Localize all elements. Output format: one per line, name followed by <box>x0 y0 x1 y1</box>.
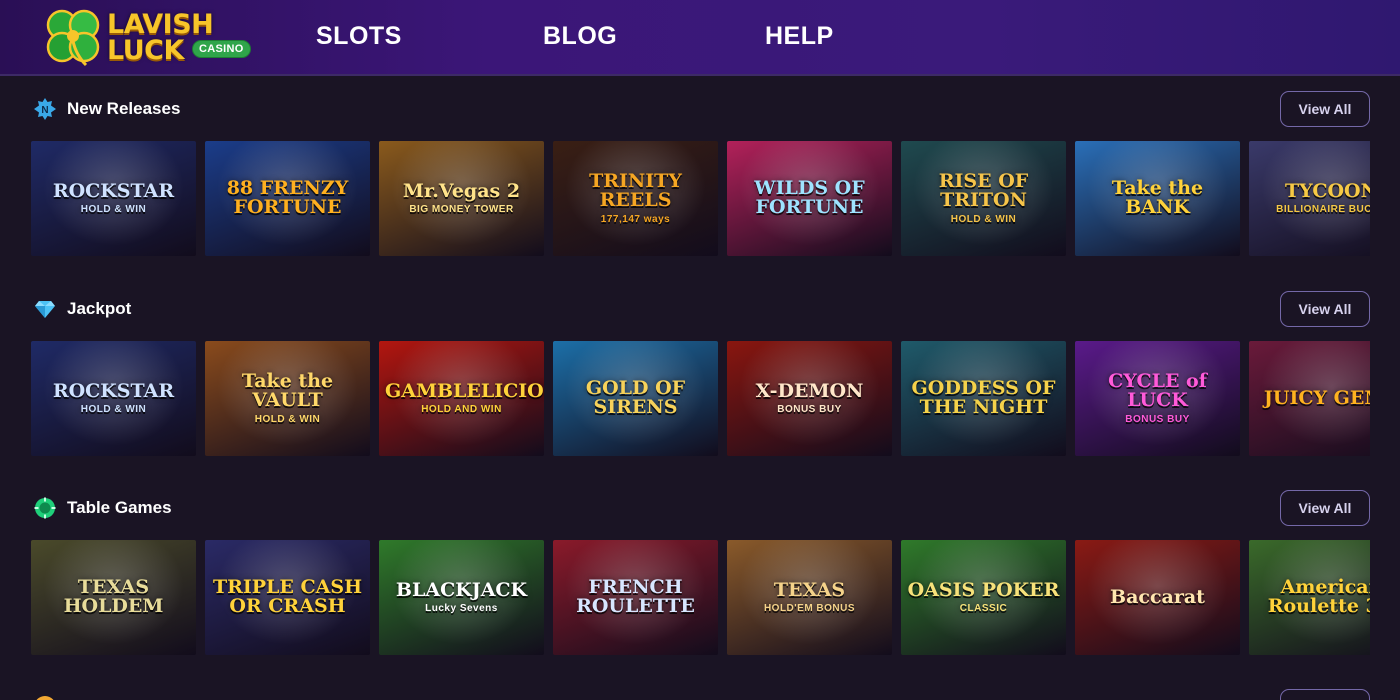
game-tile[interactable]: Mr.Vegas 2 BIG MONEY TOWER <box>379 141 544 256</box>
game-tile[interactable]: Take the BANK <box>1075 141 1240 256</box>
game-title: 88 FRENZY FORTUNE <box>226 176 349 219</box>
game-subtitle: BILLIONAIRE BUCKS <box>1276 204 1370 216</box>
section-title: Table Games <box>67 498 172 517</box>
diamond-icon <box>35 301 55 318</box>
game-title: TEXAS HOLD'EM BONUS <box>727 579 892 615</box>
game-title: GAMBLELICIOUSHOLD AND WIN <box>385 379 544 416</box>
clover-logo-icon <box>46 9 100 67</box>
view-all-button[interactable] <box>1280 689 1370 700</box>
game-subtitle: HOLD & WIN <box>80 204 147 216</box>
game-tile[interactable]: Baccarat <box>1075 540 1240 655</box>
game-tile[interactable]: CYCLE of LUCK BONUS BUY <box>1075 341 1240 456</box>
game-title: WILDS OF FORTUNE <box>754 176 865 219</box>
game-title: BLACKJACK Lucky Sevens <box>379 579 544 615</box>
game-tile[interactable]: TEXAS HOLD'EM BONUS <box>727 540 892 655</box>
game-title: X-DEMON BONUS BUY <box>727 380 892 416</box>
game-title: GODDESS OF THE NIGHT <box>911 376 1056 419</box>
game-title: RISE OF TRITON HOLD & WIN <box>901 170 1066 226</box>
game-tile[interactable]: BLACKJACK Lucky Sevens <box>379 540 544 655</box>
game-tile[interactable]: RISE OF TRITON HOLD & WIN <box>901 141 1066 256</box>
game-tile[interactable]: ROCKSTAR HOLD & WIN <box>31 141 196 256</box>
game-subtitle: BIG MONEY TOWER <box>409 204 514 216</box>
section-icon <box>34 696 56 700</box>
game-tile[interactable]: OASIS POKER CLASSIC <box>901 540 1066 655</box>
view-all-button[interactable]: View All <box>1280 291 1370 327</box>
game-tile[interactable]: 88 FRENZY FORTUNE <box>205 141 370 256</box>
logo-text-luck: LUCK <box>107 35 184 66</box>
nav-blog-link[interactable]: BLOG <box>543 22 617 51</box>
game-title: OASIS POKER CLASSIC <box>907 578 1060 615</box>
game-subtitle: HOLD'EM BONUS <box>763 603 856 615</box>
game-row: TEXAS HOLDEM TRIPLE CASH OR CRASH BLACKJAC… <box>31 540 1370 655</box>
game-subtitle: HOLD & WIN <box>80 404 147 416</box>
game-title: TYCOONBILLIONAIRE BUCKS <box>1249 180 1370 216</box>
game-tile[interactable]: TYCOONBILLIONAIRE BUCKS <box>1249 141 1370 256</box>
nav-slots-link[interactable]: SLOTS <box>316 22 402 51</box>
game-title: ROCKSTAR HOLD & WIN <box>31 180 196 216</box>
game-title: American Roulette 3D <box>1267 575 1370 618</box>
game-tile[interactable]: GODDESS OF THE NIGHT <box>901 341 1066 456</box>
svg-text:N: N <box>41 105 48 116</box>
game-tile[interactable]: ROCKSTAR HOLD & WIN <box>31 341 196 456</box>
view-all-button[interactable]: View All <box>1280 490 1370 526</box>
game-subtitle: 177,147 ways <box>600 214 671 226</box>
top-navigation-bar: LAVISH LUCK CASINO SLOTS BLOG HELP <box>0 0 1400 76</box>
game-subtitle: BONUS BUY <box>1125 414 1190 426</box>
game-title: TRIPLE CASH OR CRASH <box>212 575 363 618</box>
game-subtitle: HOLD & WIN <box>950 214 1017 226</box>
game-tile[interactable]: TRINITY REELS 177,147 ways <box>553 141 718 256</box>
game-row: ROCKSTAR HOLD & WIN 88 FRENZY FORTUNE Mr.Ve… <box>31 141 1370 256</box>
game-title: TEXAS HOLDEM <box>63 575 164 618</box>
game-tile[interactable]: Take the VAULT HOLD & WIN <box>205 341 370 456</box>
game-title: Mr.Vegas 2 BIG MONEY TOWER <box>379 180 544 216</box>
view-all-button[interactable]: View All <box>1280 91 1370 127</box>
nav-help-link[interactable]: HELP <box>765 22 834 51</box>
game-subtitle: CLASSIC <box>959 603 1008 615</box>
game-title: TRINITY REELS 177,147 ways <box>553 170 718 226</box>
game-tile[interactable]: GOLD OF SIRENS <box>553 341 718 456</box>
chip-icon <box>34 497 56 519</box>
game-title: JUICY GEMS <box>1263 386 1370 409</box>
game-title: FRENCH ROULETTE <box>576 575 695 618</box>
game-title: Take the VAULT HOLD & WIN <box>205 370 370 426</box>
game-subtitle: HOLD AND WIN <box>421 404 502 416</box>
game-title: Take the BANK <box>1111 176 1204 219</box>
game-tile[interactable]: WILDS OF FORTUNE <box>727 141 892 256</box>
game-subtitle: Lucky Sevens <box>425 603 498 615</box>
game-tile[interactable]: JUICY GEMS <box>1249 341 1370 456</box>
logo-casino-badge: CASINO <box>192 40 251 58</box>
game-title: ROCKSTAR HOLD & WIN <box>31 380 196 416</box>
new-badge-icon: N <box>34 98 56 120</box>
game-tile[interactable]: TEXAS HOLDEM <box>31 540 196 655</box>
game-tile[interactable]: TRIPLE CASH OR CRASH <box>205 540 370 655</box>
casino-logo[interactable]: LAVISH LUCK CASINO <box>40 5 255 69</box>
game-tile[interactable]: GAMBLELICIOUSHOLD AND WIN <box>379 341 544 456</box>
logo-text-lavish: LAVISH <box>107 9 214 40</box>
section-title: New Releases <box>67 99 181 118</box>
game-title: Baccarat <box>1110 585 1205 608</box>
game-subtitle: HOLD & WIN <box>254 414 321 426</box>
game-subtitle: BONUS BUY <box>777 404 842 416</box>
game-title: GOLD OF SIRENS <box>585 376 686 419</box>
game-tile[interactable]: FRENCH ROULETTE <box>553 540 718 655</box>
game-title: CYCLE of LUCK BONUS BUY <box>1075 370 1240 426</box>
game-tile[interactable]: X-DEMON BONUS BUY <box>727 341 892 456</box>
game-row: ROCKSTAR HOLD & WIN Take the VAULT HOLD & W… <box>31 341 1370 456</box>
section-title: Jackpot <box>67 299 132 318</box>
game-tile[interactable]: American Roulette 3D <box>1249 540 1370 655</box>
